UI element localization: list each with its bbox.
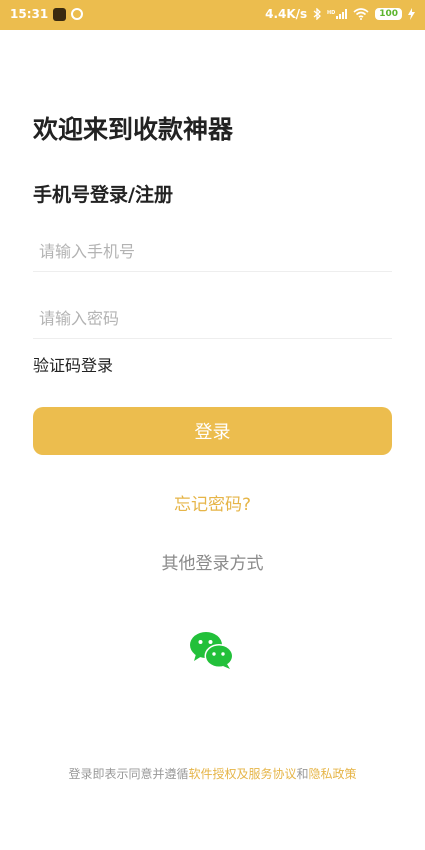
battery-icon: 100 <box>375 8 402 20</box>
status-bar-left: 15:31 <box>10 7 84 21</box>
status-time: 15:31 <box>10 7 49 21</box>
password-input[interactable] <box>33 298 392 338</box>
login-button[interactable]: 登录 <box>33 407 392 455</box>
phone-field <box>33 231 392 272</box>
login-subtitle: 手机号登录/注册 <box>33 184 173 206</box>
status-bar: 15:31 4.4K/s HD 100 <box>0 0 425 30</box>
forgot-password-link[interactable]: 忘记密码? <box>0 490 425 515</box>
other-login-label: 其他登录方式 <box>161 554 264 574</box>
password-field <box>33 298 392 339</box>
phone-input[interactable] <box>33 231 392 271</box>
svg-text:HD: HD <box>327 10 335 16</box>
hd-signal-icon: HD <box>327 9 348 19</box>
sms-login-link[interactable]: 验证码登录 <box>33 352 113 376</box>
privacy-link[interactable]: 隐私政策 <box>309 767 357 781</box>
bluetooth-icon <box>313 8 322 20</box>
wifi-icon <box>353 8 369 20</box>
agreement-prefix: 登录即表示同意并遵循 <box>68 767 189 781</box>
terms-link[interactable]: 软件授权及服务协议 <box>188 767 296 781</box>
wechat-icon[interactable] <box>189 630 235 670</box>
charging-icon <box>408 8 415 20</box>
app-icon <box>53 7 67 21</box>
status-bar-right: 4.4K/s HD 100 <box>265 7 415 21</box>
agreement-conjunction: 和 <box>296 767 309 781</box>
sync-icon <box>71 8 84 20</box>
agreement-text: 登录即表示同意并遵循软件授权及服务协议和隐私政策 <box>0 765 425 782</box>
welcome-title: 欢迎来到收款神器 <box>33 115 234 144</box>
network-speed: 4.4K/s <box>265 7 308 21</box>
